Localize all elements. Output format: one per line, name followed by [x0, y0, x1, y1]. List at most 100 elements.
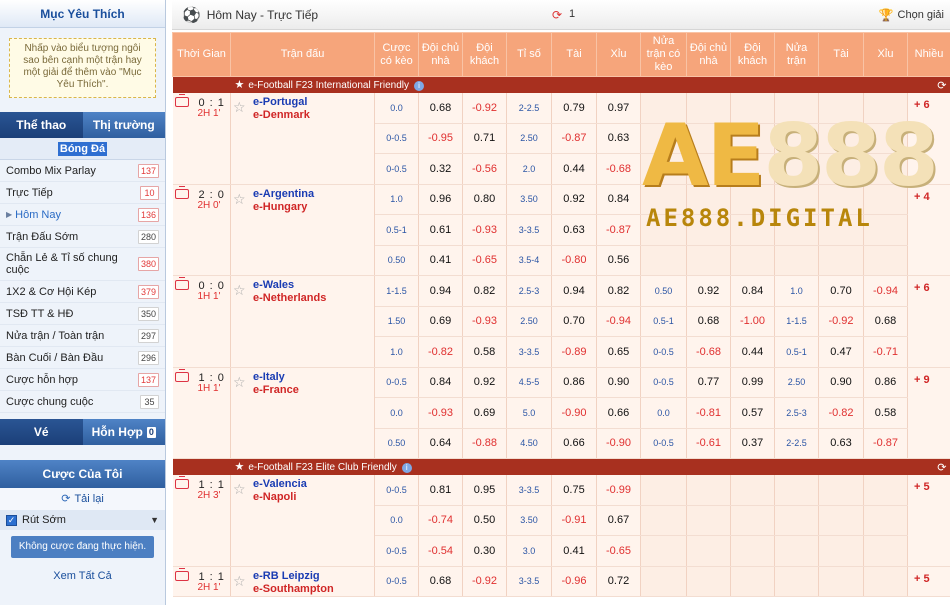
home-team[interactable]: e-Argentina	[253, 188, 314, 200]
sidebar-menu-item[interactable]: Trận Đấu Sớm 280	[0, 226, 165, 248]
odds-value[interactable]: 0.92	[686, 275, 731, 307]
star-icon[interactable]: ☆	[233, 191, 246, 208]
odds-value[interactable]: 0.90	[818, 367, 864, 398]
odds-value[interactable]: 0.41	[551, 535, 597, 567]
odds-value[interactable]: 0.77	[686, 367, 731, 398]
tv-icon[interactable]	[174, 185, 189, 199]
odds-value[interactable]: 0.82	[462, 275, 507, 307]
away-team[interactable]: e-France	[253, 384, 299, 396]
odds-value[interactable]: 0.63	[551, 214, 597, 246]
home-team[interactable]: e-Italy	[253, 371, 285, 383]
odds-value[interactable]: 0.30	[462, 535, 507, 567]
odds-value[interactable]: 0.50	[462, 505, 507, 536]
odds-value[interactable]: -0.92	[462, 566, 507, 597]
star-icon[interactable]: ☆	[233, 282, 246, 299]
refresh-icon[interactable]: ⟳	[937, 79, 946, 92]
odds-value[interactable]: -0.87	[863, 428, 908, 459]
odds-value[interactable]: -0.68	[596, 153, 641, 185]
odds-value[interactable]: 0.92	[551, 184, 597, 215]
away-team[interactable]: e-Denmark	[253, 109, 310, 121]
odds-value[interactable]: 0.32	[418, 153, 463, 185]
odds-value[interactable]: -0.96	[551, 566, 597, 597]
tv-icon[interactable]	[174, 277, 189, 290]
odds-value[interactable]: 0.47	[818, 336, 864, 368]
odds-value[interactable]: -0.95	[418, 123, 463, 154]
sidebar-menu-item[interactable]: Chẵn Lẻ & Tỉ số chung cuộc 380	[0, 248, 165, 281]
star-icon[interactable]: ☆	[233, 99, 246, 116]
odds-value[interactable]: -0.82	[418, 336, 463, 368]
odds-value[interactable]: 0.64	[418, 428, 463, 459]
odds-value[interactable]: 0.66	[551, 428, 597, 459]
odds-value[interactable]: -0.92	[818, 306, 864, 337]
home-team[interactable]: e-Valencia	[253, 478, 307, 490]
odds-value[interactable]: 0.68	[686, 306, 731, 337]
sport-title[interactable]: Bóng Đá	[0, 138, 165, 160]
odds-value[interactable]: 0.69	[418, 306, 463, 337]
odds-value[interactable]: -0.94	[596, 306, 641, 337]
odds-value[interactable]: -0.87	[596, 214, 641, 246]
odds-value[interactable]: -0.87	[551, 123, 597, 154]
home-team[interactable]: e-Portugal	[253, 96, 307, 108]
odds-value[interactable]: 0.56	[596, 245, 641, 276]
odds-value[interactable]: 0.95	[462, 474, 507, 506]
sidebar-menu-item[interactable]: ▶ Hôm Nay 136	[0, 204, 165, 226]
odds-value[interactable]: -0.81	[686, 397, 731, 429]
odds-value[interactable]: -0.71	[863, 336, 908, 368]
odds-value[interactable]: -0.92	[462, 92, 507, 124]
home-team[interactable]: e-RB Leipzig	[253, 570, 320, 582]
refresh-icon[interactable]: ⟳	[937, 461, 946, 474]
odds-value[interactable]: 0.63	[596, 123, 641, 154]
odds-value[interactable]: 0.58	[863, 397, 908, 429]
away-team[interactable]: e-Napoli	[253, 491, 296, 503]
chevron-down-icon[interactable]: ▼	[150, 515, 159, 525]
league-row[interactable]: ★ e-Football F23 Elite Club Friendly i ⟳	[172, 458, 950, 475]
choose-league-button[interactable]: 🏆 Chọn giải	[879, 8, 944, 22]
odds-value[interactable]: -0.93	[462, 306, 507, 337]
more-markets-button[interactable]: + 5	[907, 474, 950, 567]
more-markets-button[interactable]: + 4	[907, 184, 950, 276]
odds-value[interactable]: 0.70	[818, 275, 864, 307]
odds-value[interactable]: 0.96	[418, 184, 463, 215]
odds-value[interactable]: -0.89	[551, 336, 597, 368]
odds-value[interactable]: 0.94	[418, 275, 463, 307]
odds-value[interactable]: 0.61	[418, 214, 463, 246]
more-markets-button[interactable]: + 5	[907, 566, 950, 597]
tab-mixed[interactable]: Hỗn Hợp 0	[82, 419, 165, 445]
star-icon[interactable]: ☆	[233, 481, 246, 498]
odds-value[interactable]: -0.99	[596, 474, 641, 506]
star-icon[interactable]: ★	[235, 79, 245, 91]
odds-value[interactable]: -0.93	[462, 214, 507, 246]
tv-icon[interactable]	[174, 93, 189, 107]
odds-value[interactable]: -0.74	[418, 505, 463, 536]
more-markets-button[interactable]: + 6	[907, 275, 950, 368]
odds-value[interactable]: -0.88	[462, 428, 507, 459]
odds-value[interactable]: 0.63	[818, 428, 864, 459]
odds-value[interactable]: -0.94	[863, 275, 908, 307]
odds-value[interactable]: -0.68	[686, 336, 731, 368]
odds-value[interactable]: 0.70	[551, 306, 597, 337]
star-icon[interactable]: ☆	[233, 573, 246, 590]
away-team[interactable]: e-Netherlands	[253, 292, 326, 304]
reload-button[interactable]: ⟳ Tải lại	[0, 488, 165, 510]
more-markets-button[interactable]: + 6	[907, 92, 950, 185]
odds-value[interactable]: 0.75	[551, 474, 597, 506]
odds-value[interactable]: 0.92	[462, 367, 507, 398]
odds-value[interactable]: -0.90	[551, 397, 597, 429]
sidebar-menu-item[interactable]: Cược hỗn hợp 137	[0, 369, 165, 391]
cashout-checkbox[interactable]: ✓	[6, 514, 17, 526]
odds-value[interactable]: 0.69	[462, 397, 507, 429]
odds-value[interactable]: -0.80	[551, 245, 597, 276]
refresh-icon[interactable]: ⟳	[552, 8, 562, 22]
odds-value[interactable]: 0.97	[596, 92, 641, 124]
more-markets-button[interactable]: + 9	[907, 367, 950, 459]
odds-value[interactable]: 0.66	[596, 397, 641, 429]
odds-value[interactable]: -0.65	[462, 245, 507, 276]
odds-value[interactable]: 0.86	[551, 367, 597, 398]
odds-value[interactable]: 0.67	[596, 505, 641, 536]
odds-value[interactable]: 0.58	[462, 336, 507, 368]
odds-value[interactable]: 0.37	[730, 428, 775, 459]
odds-value[interactable]: 0.82	[596, 275, 641, 307]
odds-value[interactable]: -0.61	[686, 428, 731, 459]
sidebar-menu-item[interactable]: Cược chung cuộc 35	[0, 391, 165, 413]
sidebar-menu-item[interactable]: Combo Mix Parlay 137	[0, 160, 165, 182]
